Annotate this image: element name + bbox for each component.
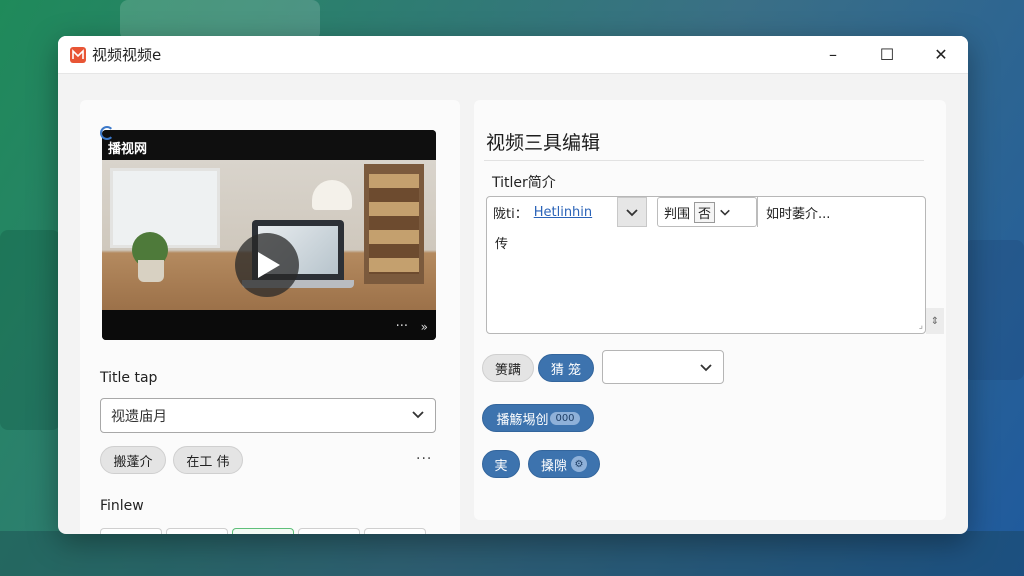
desktop-background [120, 0, 320, 40]
field-link[interactable]: Hetlinhin [534, 205, 592, 220]
editor-text: 传 [495, 237, 509, 252]
window-controls: – ☐ ✕ [806, 36, 968, 73]
action-button[interactable]: 実 [482, 450, 520, 478]
tab[interactable] [364, 528, 426, 534]
fullscreen-icon[interactable]: » [421, 320, 428, 334]
count-badge: 000 [550, 411, 580, 425]
resize-handle-icon[interactable]: ⌟ [919, 321, 923, 331]
play-icon [258, 252, 280, 278]
editor-field[interactable]: 如时萎介... [757, 197, 925, 227]
action-button[interactable]: 箦蹒 [482, 354, 534, 382]
editor-field[interactable]: 陇ti： Hetlinhin [493, 197, 592, 227]
scroll-handle[interactable]: ⇕ [926, 308, 944, 334]
desktop-background [964, 240, 1024, 380]
video-thumbnail [102, 160, 436, 310]
app-logo-icon [70, 46, 86, 63]
tab-active[interactable] [232, 528, 294, 534]
chevron-down-icon [411, 407, 425, 425]
app-window: 视频视频e – ☐ ✕ 播视网 ··· » Title tap 视遗庙月 搬蓬介… [58, 36, 968, 534]
tag-chip[interactable]: 搬蓬介 [100, 446, 166, 474]
right-panel: 视频三具编辑 Titler简介 陇ti： Hetlinhin 判围 否 如时萎介… [474, 100, 946, 520]
primary-button[interactable]: 猜 笼 [538, 354, 594, 382]
inline-select-value: 否 [694, 201, 716, 223]
video-player[interactable]: 播视网 ··· » [102, 130, 436, 340]
action-button-with-badge[interactable]: 播觞埸创 000 [482, 404, 594, 432]
video-title: 播视网 [102, 130, 436, 160]
finlew-label: Finlew [100, 498, 144, 514]
titler-label: Titler简介 [492, 175, 556, 191]
inline-select-label: 判围 [664, 206, 691, 222]
button-label: 播觞埸创 [496, 412, 549, 428]
tag-chip[interactable]: 在工 伟 [173, 446, 243, 474]
desktop-background [0, 531, 1024, 576]
field-prefix: 陇ti： [493, 206, 528, 222]
tab[interactable] [166, 528, 228, 534]
divider [484, 160, 924, 161]
settings-icon: ⚙ [571, 456, 587, 472]
maximize-button[interactable]: ☐ [860, 36, 914, 73]
panel-heading: 视频三具编辑 [486, 132, 601, 154]
minimize-button[interactable]: – [806, 36, 860, 73]
tab-strip [100, 528, 426, 534]
title-tap-label: Title tap [100, 370, 158, 386]
loading-spinner-icon [100, 126, 114, 140]
dropdown-value: 视遗庙月 [111, 408, 167, 425]
chevron-down-icon [720, 209, 730, 216]
close-button[interactable]: ✕ [914, 36, 968, 73]
tab[interactable] [100, 528, 162, 534]
left-panel: 播视网 ··· » Title tap 视遗庙月 搬蓬介 在工 伟 ··· Fi… [80, 100, 460, 534]
chevron-down-icon [700, 364, 712, 372]
button-label: 搡隙 [540, 458, 567, 474]
inline-select[interactable]: 判围 否 [657, 197, 757, 227]
title-dropdown[interactable]: 视遗庙月 [100, 398, 436, 433]
title-bar: 视频视频e – ☐ ✕ [58, 36, 968, 74]
more-options-icon[interactable]: ··· [416, 451, 432, 467]
action-button[interactable]: 搡隙 ⚙ [528, 450, 600, 478]
play-button[interactable] [235, 233, 299, 297]
video-controls-bar: ··· » [102, 310, 436, 340]
tab[interactable] [298, 528, 360, 534]
desktop-background [0, 230, 60, 430]
chevron-down-icon[interactable] [617, 197, 647, 227]
video-more-icon[interactable]: ··· [396, 319, 408, 334]
description-editor[interactable]: 陇ti： Hetlinhin 判围 否 如时萎介... 传 ⌟ [486, 196, 926, 334]
option-select[interactable] [602, 350, 724, 384]
window-title: 视频视频e [92, 46, 162, 64]
